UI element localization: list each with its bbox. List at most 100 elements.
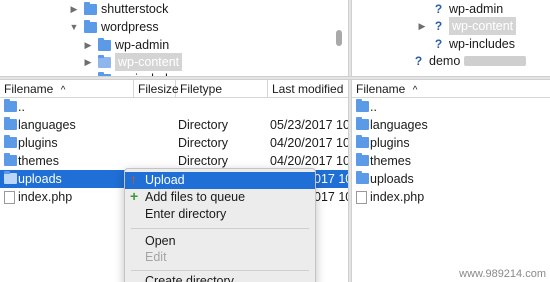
tree-node-label: wp-includes <box>449 37 516 51</box>
file-modified: 017 10 <box>314 172 348 186</box>
file-row-plugins[interactable]: plugins Directory 04/20/2017 10 <box>0 134 348 152</box>
sort-ascending-icon: ^ <box>60 85 66 96</box>
tree-node-label: wp-content <box>449 17 517 35</box>
tree-node-wordpress[interactable]: ▼ wordpress <box>68 18 159 36</box>
folder-icon <box>98 37 111 51</box>
tree-node-label: demo <box>429 54 461 68</box>
sort-ascending-icon: ^ <box>412 85 418 96</box>
column-label: Filename <box>356 82 406 96</box>
expand-arrow-icon[interactable]: ▶ <box>416 17 428 35</box>
file-type: Directory <box>178 136 229 150</box>
menu-separator <box>131 270 309 271</box>
folder-icon <box>356 153 369 166</box>
file-row-languages[interactable]: languages Directory 05/23/2017 10 <box>0 116 348 134</box>
remote-tree-node-demo[interactable]: ? demo <box>412 52 527 70</box>
column-header-last-modified[interactable]: Last modified <box>268 80 348 98</box>
file-name: uploads <box>370 172 414 186</box>
local-directory-tree[interactable]: ▶ shutterstock ▼ wordpress ▶ wp-admin ▶ … <box>0 0 348 76</box>
menu-item-open[interactable]: Open <box>125 233 315 250</box>
tree-node-label: shutterstock <box>101 2 169 16</box>
menu-item-add-to-queue[interactable]: Add files to queue <box>125 188 315 206</box>
context-menu: Upload Add files to queue Enter director… <box>124 168 316 282</box>
file-name: plugins <box>18 136 58 150</box>
tree-node-label: wp-content <box>115 53 183 71</box>
remote-tree-node-wp-includes[interactable]: ? wp-includes <box>432 35 515 53</box>
file-name: languages <box>18 118 76 132</box>
folder-icon <box>84 19 97 33</box>
ftp-client-window: ▶ shutterstock ▼ wordpress ▶ wp-admin ▶ … <box>0 0 550 282</box>
folder-icon <box>356 135 369 148</box>
folder-icon <box>4 135 17 148</box>
remote-directory-tree[interactable]: ? wp-admin ▶ ? wp-content ? wp-includes … <box>352 0 550 76</box>
unknown-folder-icon: ? <box>414 53 423 68</box>
menu-item-label: Upload <box>145 173 185 187</box>
menu-item-upload[interactable]: Upload <box>125 171 315 189</box>
watermark-text: www.989214.com <box>459 268 546 280</box>
column-label: Last modified <box>272 82 344 96</box>
tree-node-label: wp-admin <box>449 2 504 16</box>
remote-row-parent[interactable]: .. <box>352 98 550 116</box>
column-header-filename[interactable]: Filename ^ <box>352 80 550 98</box>
menu-item-label: Add files to queue <box>145 190 246 204</box>
column-header-filename[interactable]: Filename ^ <box>0 80 134 98</box>
menu-item-label: Create directory <box>145 274 234 282</box>
remote-tree-node-wp-content[interactable]: ▶ ? wp-content <box>416 17 517 35</box>
file-name: index.php <box>18 190 73 204</box>
folder-icon <box>4 99 17 112</box>
remote-row-uploads[interactable]: uploads <box>352 170 550 188</box>
remote-tree-node-wp-admin[interactable]: ? wp-admin <box>432 0 503 18</box>
upload-icon <box>129 171 141 188</box>
folder-icon <box>356 99 369 112</box>
collapse-arrow-icon[interactable]: ▼ <box>68 18 80 36</box>
expand-arrow-icon[interactable]: ▶ <box>82 36 94 54</box>
column-header-filesize[interactable]: Filesize <box>134 80 179 98</box>
menu-item-label: Open <box>145 234 176 248</box>
column-label: Filename <box>4 82 54 96</box>
remote-row-themes[interactable]: themes <box>352 152 550 170</box>
file-modified: 04/20/2017 10 <box>270 136 348 150</box>
folder-icon <box>4 153 17 166</box>
column-label: Filetype <box>180 82 223 96</box>
file-name: .. <box>370 100 377 114</box>
file-modified: 05/23/2017 10 <box>270 118 348 132</box>
file-name: plugins <box>370 136 410 150</box>
file-name: themes <box>370 154 411 168</box>
file-icon <box>356 191 367 204</box>
local-list-header: Filename ^ Filesize Filetype Last modifi… <box>0 80 348 98</box>
folder-icon <box>356 171 369 184</box>
file-row-parent[interactable]: .. <box>0 98 348 116</box>
folder-icon <box>84 1 97 15</box>
tree-node-shutterstock[interactable]: ▶ shutterstock <box>68 0 168 18</box>
tree-scrollbar[interactable] <box>336 30 342 46</box>
remote-list-header: Filename ^ <box>352 80 550 98</box>
file-icon <box>4 191 15 204</box>
tree-node-wp-content[interactable]: ▶ wp-content <box>82 53 183 71</box>
unknown-folder-icon: ? <box>434 18 443 33</box>
redacted-text <box>464 56 527 66</box>
tree-node-label: wp-admin <box>115 38 170 52</box>
column-label: Filesize <box>138 82 179 96</box>
tree-node-label: wordpress <box>101 20 159 34</box>
file-name: themes <box>18 154 59 168</box>
add-to-queue-icon <box>129 188 141 205</box>
file-name: .. <box>18 100 25 114</box>
remote-row-index-php[interactable]: index.php <box>352 188 550 206</box>
file-name: uploads <box>18 172 62 186</box>
remote-row-languages[interactable]: languages <box>352 116 550 134</box>
expand-arrow-icon[interactable]: ▶ <box>82 53 94 71</box>
remote-row-plugins[interactable]: plugins <box>352 134 550 152</box>
folder-icon <box>98 54 111 68</box>
menu-item-create-directory[interactable]: Create directory <box>125 273 315 282</box>
tree-node-wp-admin[interactable]: ▶ wp-admin <box>82 36 169 54</box>
folder-icon <box>4 171 17 184</box>
menu-separator <box>131 228 309 229</box>
folder-icon <box>4 117 17 130</box>
unknown-folder-icon: ? <box>434 36 443 51</box>
file-modified: 017 10 <box>314 190 348 204</box>
expand-arrow-icon[interactable]: ▶ <box>68 0 80 18</box>
column-header-filetype[interactable]: Filetype <box>176 80 268 98</box>
menu-item-enter-directory[interactable]: Enter directory <box>125 206 315 223</box>
menu-item-label: Enter directory <box>145 207 227 221</box>
remote-file-list[interactable]: Filename ^ .. languages plugins themes u… <box>352 80 550 282</box>
file-name: index.php <box>370 190 425 204</box>
